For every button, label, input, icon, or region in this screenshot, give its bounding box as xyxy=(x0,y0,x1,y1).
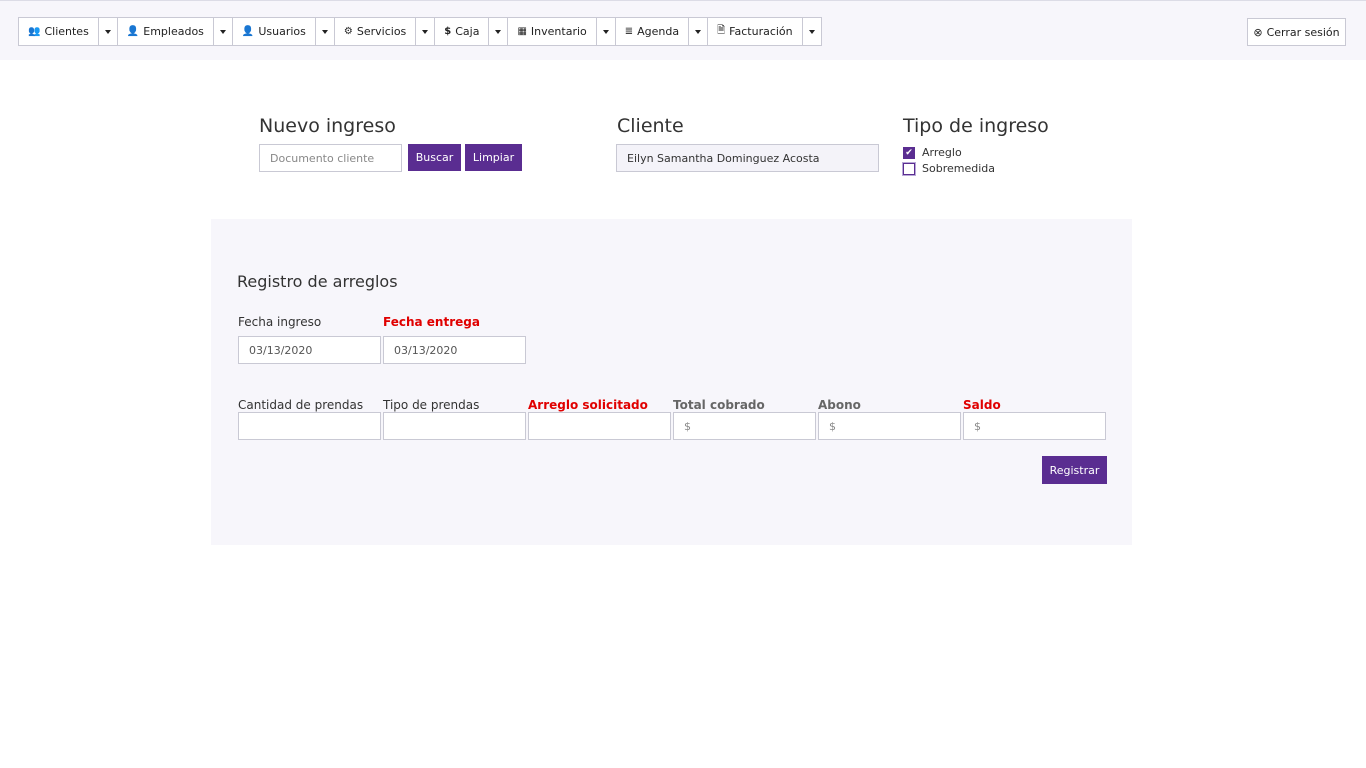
nav-caja-dropdown[interactable] xyxy=(488,17,509,46)
top-navbar: 👥 Clientes 👤 Empleados 👤 Usuarios ⚙ Servicio… xyxy=(0,0,1366,60)
nav-group-agenda: ≣ Agenda xyxy=(614,17,709,46)
abono-input[interactable]: $ xyxy=(818,412,961,440)
nav-inventario-button[interactable]: ▦ Inventario xyxy=(507,17,597,46)
tipo-prendas-label: Tipo de prendas xyxy=(383,398,480,412)
nav-usuarios-button[interactable]: 👤 Usuarios xyxy=(231,17,316,46)
caret-down-icon xyxy=(321,29,328,34)
caret-down-icon xyxy=(422,29,429,34)
nav-inventario-dropdown[interactable] xyxy=(595,17,616,46)
nav-caja-label: Caja xyxy=(455,25,480,38)
invoice-icon: 🗎 xyxy=(717,25,726,36)
nav-group-inventario: ▦ Inventario xyxy=(507,17,616,46)
nav-menu: 👥 Clientes 👤 Empleados 👤 Usuarios ⚙ Servicio… xyxy=(18,17,822,46)
nav-empleados-dropdown[interactable] xyxy=(212,17,233,46)
nav-usuarios-dropdown[interactable] xyxy=(314,17,335,46)
fecha-entrega-label: Fecha entrega xyxy=(383,315,480,329)
logout-label: Cerrar sesión xyxy=(1266,25,1340,39)
total-cobrado-label: Total cobrado xyxy=(673,398,765,412)
nav-group-servicios: ⚙ Servicios xyxy=(333,17,436,46)
fecha-entrega-input[interactable]: 03/13/2020 xyxy=(383,336,526,364)
registro-title: Registro de arreglos xyxy=(237,272,398,291)
caret-down-icon xyxy=(495,29,502,34)
tipo-prendas-input[interactable] xyxy=(383,412,526,440)
user-icon: 👤 xyxy=(126,26,140,37)
caret-down-icon xyxy=(695,29,702,34)
limpiar-button[interactable]: Limpiar xyxy=(465,144,522,171)
tipo-ingreso-title: Tipo de ingreso xyxy=(903,115,1049,137)
nav-agenda-button[interactable]: ≣ Agenda xyxy=(614,17,690,46)
nav-facturacion-label: Facturación xyxy=(729,25,793,38)
nav-empleados-button[interactable]: 👤 Empleados xyxy=(116,17,214,46)
arreglo-solicitado-label: Arreglo solicitado xyxy=(528,398,648,412)
cogs-icon: ⚙ xyxy=(343,26,353,37)
nav-group-empleados: 👤 Empleados xyxy=(116,17,233,46)
nav-servicios-button[interactable]: ⚙ Servicios xyxy=(333,17,417,46)
nav-empleados-label: Empleados xyxy=(143,25,204,38)
arreglo-solicitado-input[interactable] xyxy=(528,412,671,440)
sobremedida-checkbox-label: Sobremedida xyxy=(922,162,995,175)
logout-button[interactable]: ⊗ Cerrar sesión xyxy=(1247,18,1346,46)
abono-label: Abono xyxy=(818,398,861,412)
saldo-label: Saldo xyxy=(963,398,1001,412)
sobremedida-checkbox-row[interactable]: Sobremedida xyxy=(902,161,995,176)
cliente-title: Cliente xyxy=(617,115,684,137)
nuevo-ingreso-title: Nuevo ingreso xyxy=(259,115,396,137)
caret-down-icon xyxy=(219,29,226,34)
arreglo-checkbox-label: Arreglo xyxy=(922,146,962,159)
fecha-ingreso-label: Fecha ingreso xyxy=(238,315,322,329)
nav-servicios-label: Servicios xyxy=(356,25,407,38)
arreglo-checkbox-row[interactable]: ✔ Arreglo xyxy=(903,146,962,159)
buscar-button[interactable]: Buscar xyxy=(408,144,461,171)
arreglo-checkbox[interactable]: ✔ xyxy=(903,146,915,159)
list-icon: ≣ xyxy=(624,26,634,37)
nav-agenda-dropdown[interactable] xyxy=(688,17,709,46)
nav-servicios-dropdown[interactable] xyxy=(415,17,436,46)
total-cobrado-input[interactable]: $ xyxy=(673,412,816,440)
nav-group-facturacion: 🗎 Facturación xyxy=(707,17,822,46)
cliente-name-field: Eilyn Samantha Dominguez Acosta xyxy=(616,144,879,172)
documento-cliente-input[interactable]: Documento cliente xyxy=(259,144,402,172)
nav-clientes-button[interactable]: 👥 Clientes xyxy=(18,17,99,46)
user-lock-icon: 👤 xyxy=(241,26,255,37)
sobremedida-checkbox[interactable] xyxy=(902,161,916,176)
caret-down-icon xyxy=(104,29,111,34)
nav-facturacion-button[interactable]: 🗎 Facturación xyxy=(707,17,803,46)
nav-group-caja: $ Caja xyxy=(434,17,509,46)
nav-usuarios-label: Usuarios xyxy=(258,25,306,38)
nav-caja-button[interactable]: $ Caja xyxy=(434,17,490,46)
fecha-ingreso-input[interactable]: 03/13/2020 xyxy=(238,336,381,364)
saldo-input[interactable]: $ xyxy=(963,412,1106,440)
nav-inventario-label: Inventario xyxy=(530,25,587,38)
nav-group-clientes: 👥 Clientes xyxy=(18,17,118,46)
dollar-icon: $ xyxy=(444,26,452,37)
cantidad-prendas-input[interactable] xyxy=(238,412,381,440)
users-icon: 👥 xyxy=(28,26,41,37)
caret-down-icon xyxy=(602,29,609,34)
nav-facturacion-dropdown[interactable] xyxy=(801,17,822,46)
nav-agenda-label: Agenda xyxy=(637,25,680,38)
nav-clientes-label: Clientes xyxy=(44,25,89,38)
nav-clientes-dropdown[interactable] xyxy=(97,17,118,46)
times-circle-icon: ⊗ xyxy=(1253,25,1263,39)
boxes-icon: ▦ xyxy=(517,26,527,37)
registrar-button[interactable]: Registrar xyxy=(1042,456,1107,484)
caret-down-icon xyxy=(808,29,815,34)
cantidad-prendas-label: Cantidad de prendas xyxy=(238,398,364,412)
nav-group-usuarios: 👤 Usuarios xyxy=(231,17,335,46)
registro-panel: Registro de arreglos Fecha ingreso Fecha… xyxy=(211,219,1132,545)
